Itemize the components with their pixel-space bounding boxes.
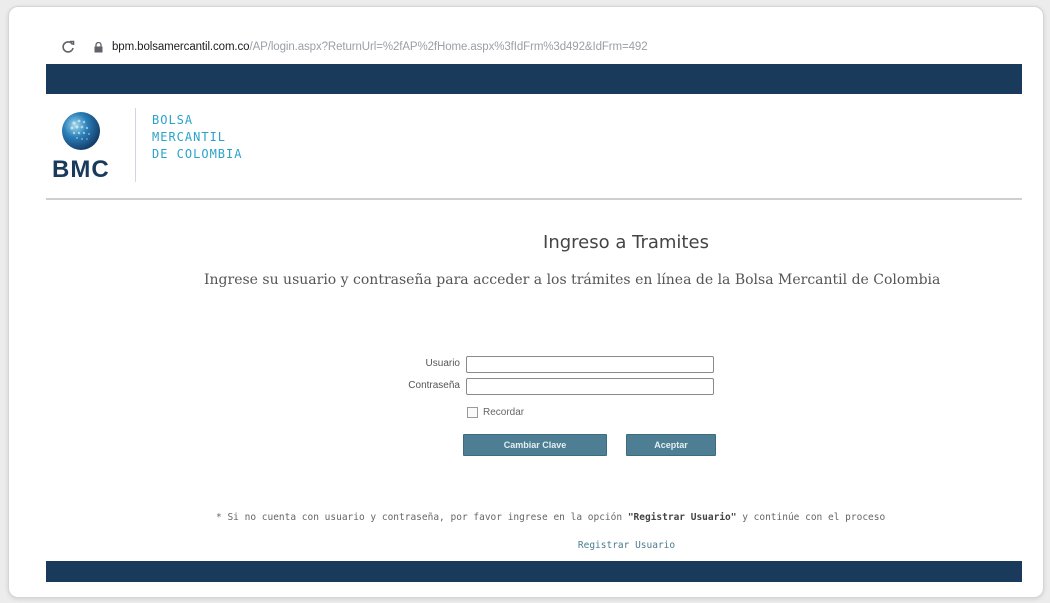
url-field[interactable]: bpm.bolsamercantil.com.co/AP/login.aspx?… (112, 41, 648, 53)
note-suffix: y continúe con el proceso (736, 512, 886, 523)
top-navy-bar (46, 64, 1022, 94)
page-title: Ingreso a Tramites (543, 232, 709, 253)
register-user-link[interactable]: Registrar Usuario (46, 540, 1022, 551)
remember-option[interactable]: Recordar (467, 407, 524, 418)
accept-button[interactable]: Aceptar (626, 434, 716, 456)
url-path: /AP/login.aspx?ReturnUrl=%2fAP%2fHome.as… (249, 41, 648, 53)
brand-line-3: DE COLOMBIA (152, 147, 243, 161)
brand-line-1: BOLSA (152, 113, 194, 127)
username-label: Usuario (425, 358, 460, 369)
note-highlight: "Registrar Usuario" (627, 512, 737, 523)
browser-window: bpm.bolsamercantil.com.co/AP/login.aspx?… (46, 30, 1022, 582)
remember-label: Recordar (483, 407, 525, 418)
bmc-globe-icon (62, 112, 100, 150)
brand-name: BOLSA MERCANTIL DE COLOMBIA (152, 112, 242, 163)
password-input[interactable] (466, 378, 714, 395)
login-content: Ingreso a Tramites Ingrese su usuario y … (46, 202, 1022, 558)
reload-icon[interactable] (60, 39, 76, 55)
lock-icon (94, 41, 104, 53)
page-subtitle: Ingrese su usuario y contraseña para acc… (204, 272, 941, 288)
password-label: Contraseña (408, 380, 460, 391)
bmc-logo-text: BMC (52, 156, 110, 183)
brand-line-2: MERCANTIL (152, 130, 227, 144)
bottom-navy-bar (46, 561, 1022, 582)
note-prefix: * Si no cuenta con usuario y contraseña,… (216, 512, 628, 523)
address-bar: bpm.bolsamercantil.com.co/AP/login.aspx?… (46, 30, 1022, 64)
remember-checkbox[interactable] (467, 407, 478, 418)
username-input[interactable] (466, 356, 714, 373)
change-password-button[interactable]: Cambiar Clave (463, 434, 607, 456)
site-header: BMC BOLSA MERCANTIL DE COLOMBIA (46, 94, 1022, 200)
registration-note: * Si no cuenta con usuario y contraseña,… (46, 512, 1022, 523)
logo-divider (135, 108, 136, 182)
url-domain: bpm.bolsamercantil.com.co (112, 41, 250, 53)
